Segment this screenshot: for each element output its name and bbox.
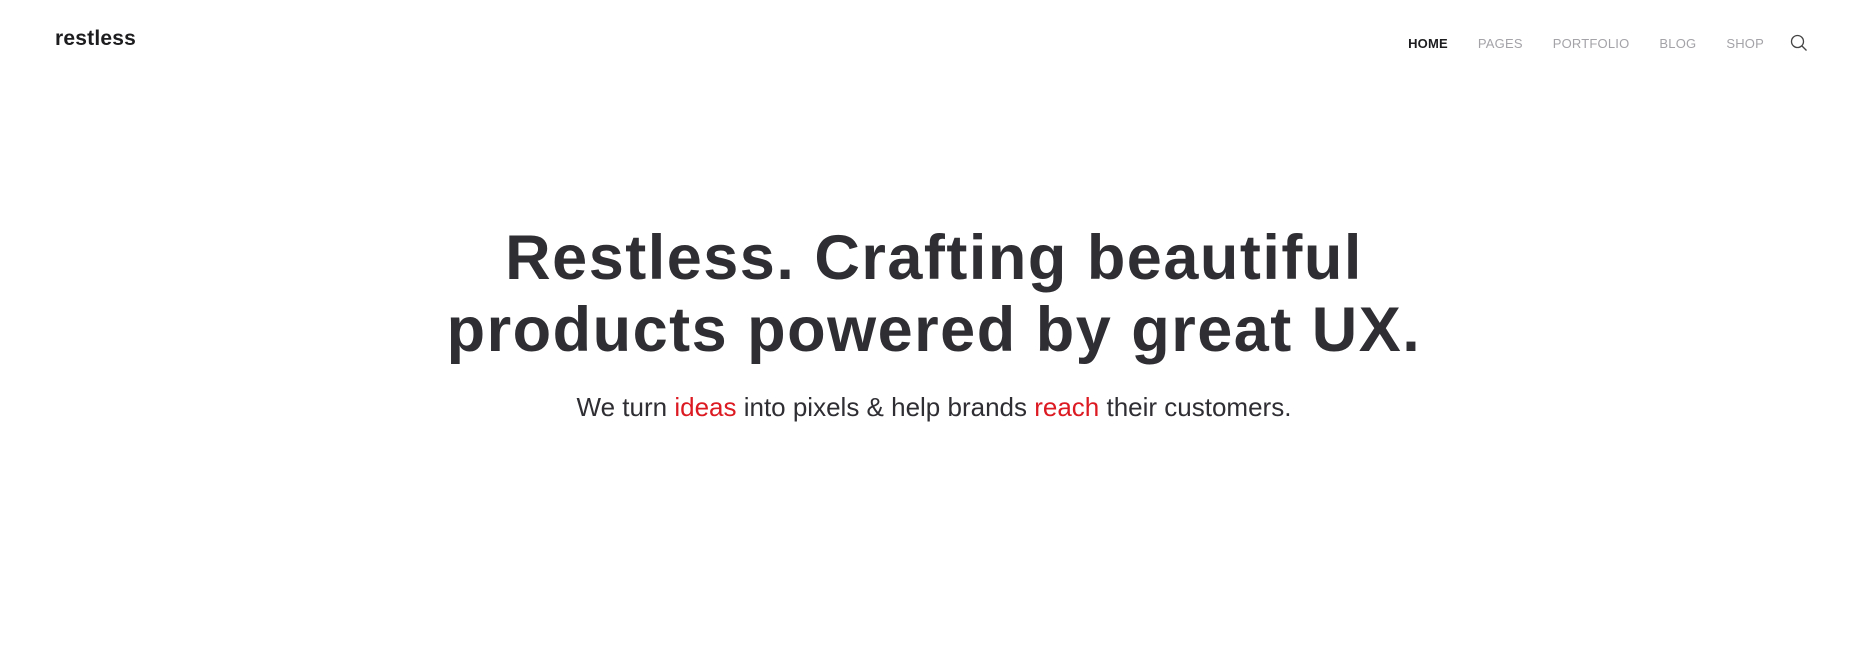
main-nav: HOME PAGES PORTFOLIO BLOG SHOP — [1378, 34, 1808, 52]
logo[interactable]: restless — [55, 27, 136, 51]
search-icon[interactable] — [1790, 34, 1808, 52]
nav-home[interactable]: HOME — [1408, 36, 1448, 51]
hero-title: Restless. Crafting beautiful products po… — [0, 222, 1868, 366]
nav-pages[interactable]: PAGES — [1478, 36, 1523, 51]
nav-blog[interactable]: BLOG — [1659, 36, 1696, 51]
subtitle-text: their customers. — [1099, 392, 1292, 422]
hero-title-line2: products powered by great UX. — [446, 295, 1422, 365]
highlight-ideas: ideas — [674, 392, 737, 422]
hero-title-line1: Restless. Crafting beautiful — [505, 223, 1363, 293]
subtitle-text: into pixels & help brands — [736, 392, 1035, 422]
subtitle-text: We turn — [576, 392, 675, 422]
nav-portfolio[interactable]: PORTFOLIO — [1553, 36, 1630, 51]
highlight-reach: reach — [1034, 392, 1100, 422]
hero: Restless. Crafting beautiful products po… — [0, 222, 1868, 423]
hero-subtitle: We turn ideas into pixels & help brands … — [0, 392, 1868, 423]
nav-shop[interactable]: SHOP — [1726, 36, 1764, 51]
